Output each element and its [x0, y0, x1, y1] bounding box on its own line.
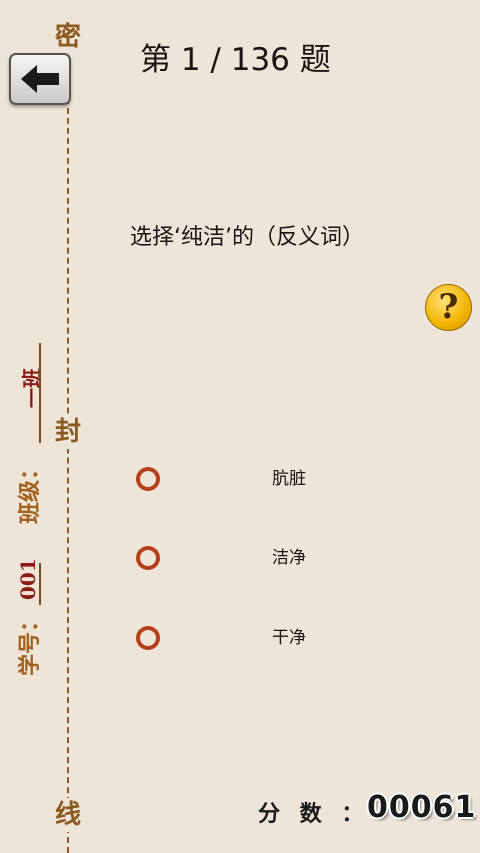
student-number-underline	[39, 563, 41, 605]
option-3[interactable]: 干净	[136, 623, 436, 653]
seal-char-feng: 封	[54, 415, 82, 449]
arrow-left-icon	[21, 65, 59, 93]
option-label: 干净	[272, 628, 306, 648]
score-value: 00061	[367, 790, 477, 825]
score-label: 分 数 ：	[258, 802, 370, 827]
question-text: 选择‘纯洁’的（反义词）	[130, 225, 364, 250]
radio-circle-icon[interactable]	[136, 467, 160, 491]
class-underline	[39, 343, 41, 443]
seal-char-xian: 线	[54, 798, 82, 832]
question-counter: 第 1 / 136 题	[140, 42, 331, 78]
back-button[interactable]	[9, 53, 71, 105]
question-mark-icon: ?	[438, 287, 459, 327]
seal-char-mi: 密	[54, 20, 82, 54]
option-2[interactable]: 洁净	[136, 543, 436, 573]
student-number-value: 001	[16, 558, 40, 600]
class-label: 班级：	[17, 457, 43, 524]
radio-circle-icon[interactable]	[136, 626, 160, 650]
option-label: 肮脏	[272, 469, 306, 489]
radio-circle-icon[interactable]	[136, 546, 160, 570]
option-label: 洁净	[272, 548, 306, 568]
seal-dashed-line	[67, 58, 69, 853]
student-number-label: 学号：	[17, 609, 43, 676]
option-1[interactable]: 肮脏	[136, 464, 436, 494]
help-button[interactable]: ?	[425, 284, 472, 331]
